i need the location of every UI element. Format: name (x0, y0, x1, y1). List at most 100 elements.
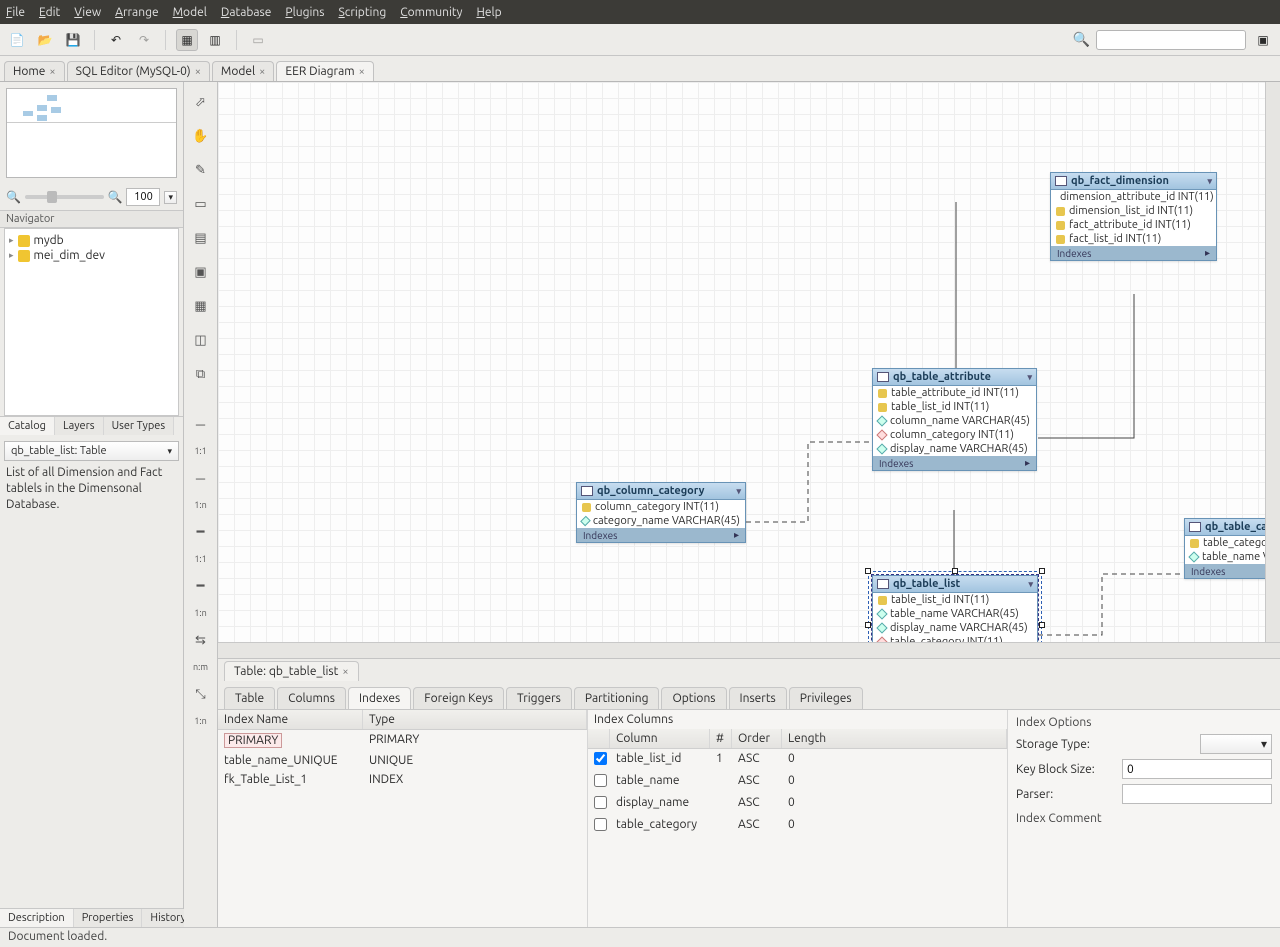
subtab-partitioning[interactable]: Partitioning (574, 687, 660, 709)
column-row[interactable]: table_category INT(11) (1185, 536, 1280, 550)
index-row[interactable]: table_name_UNIQUEUNIQUE (218, 751, 587, 770)
entity-header[interactable]: qb_column_category▾ (577, 483, 745, 500)
close-icon[interactable]: × (259, 66, 265, 78)
column-row[interactable]: display_name VARCHAR(45) (873, 442, 1036, 456)
subtab-indexes[interactable]: Indexes (348, 687, 411, 709)
close-icon[interactable]: × (49, 66, 55, 78)
search-input[interactable] (1096, 30, 1246, 50)
column-row[interactable]: column_category INT(11) (873, 428, 1036, 442)
column-row[interactable]: category_name VARCHAR(45) (577, 514, 745, 528)
layer-tool-icon[interactable]: ▭ (189, 192, 213, 216)
col-length[interactable]: Length (782, 729, 1007, 748)
left-tab-user-types[interactable]: User Types (104, 417, 175, 435)
collapse-icon[interactable]: ▾ (736, 486, 741, 497)
page-icon[interactable]: ▭ (247, 29, 269, 51)
collapse-icon[interactable]: ▾ (1028, 579, 1033, 590)
diagram-canvas[interactable]: qb_fact_dimension▾dimension_attribute_id… (218, 82, 1280, 642)
minimap[interactable] (6, 88, 177, 178)
column-row[interactable]: column_category INT(11) (577, 500, 745, 514)
index-column-row[interactable]: table_categoryASC0 (588, 815, 1007, 837)
tab-eer-diagram[interactable]: EER Diagram× (276, 61, 373, 81)
rel-1-n-id-icon[interactable]: ━ (189, 574, 213, 598)
column-row[interactable]: dimension_list_id INT(11) (1051, 204, 1216, 218)
index-column-row[interactable]: display_nameASC0 (588, 793, 1007, 815)
pointer-tool-icon[interactable]: ⬀ (189, 90, 213, 114)
subtab-privileges[interactable]: Privileges (789, 687, 863, 709)
col-order[interactable]: Order (732, 729, 782, 748)
align-icon[interactable]: ▥ (204, 29, 226, 51)
tab-home[interactable]: Home× (4, 61, 65, 81)
view-tool-icon[interactable]: ◫ (189, 328, 213, 352)
column-row[interactable]: column_name VARCHAR(45) (873, 414, 1036, 428)
entity-qb_table_category[interactable]: qb_table_category▾table_category INT(11)… (1184, 518, 1280, 579)
image-tool-icon[interactable]: ▣ (189, 260, 213, 284)
zoom-input[interactable] (126, 188, 160, 206)
entity-header[interactable]: qb_table_attribute▾ (873, 369, 1036, 386)
collapse-icon[interactable]: ▾ (1027, 372, 1032, 383)
zoom-dropdown-icon[interactable]: ▾ (164, 191, 177, 204)
column-row[interactable]: display_name VARCHAR(45) (873, 621, 1037, 635)
subtab-columns[interactable]: Columns (277, 687, 346, 709)
menu-arrange[interactable]: Arrange (115, 6, 158, 19)
column-row[interactable]: table_attribute_id INT(11) (873, 386, 1036, 400)
subtab-triggers[interactable]: Triggers (506, 687, 572, 709)
close-icon[interactable]: × (342, 666, 348, 678)
bottom-tab-table[interactable]: Table: qb_table_list× (224, 661, 359, 681)
subtab-inserts[interactable]: Inserts (729, 687, 787, 709)
entity-header[interactable]: qb_table_list▾ (873, 576, 1037, 593)
search-go-icon[interactable]: ▣ (1252, 29, 1274, 51)
new-file-icon[interactable]: 📄 (6, 29, 28, 51)
catalog-item-mei_dim_dev[interactable]: ▸mei_dim_dev (9, 248, 174, 263)
menu-file[interactable]: File (6, 6, 25, 19)
rel-1-n-icon[interactable]: ─ (189, 466, 213, 490)
menu-plugins[interactable]: Plugins (285, 6, 324, 19)
menu-scripting[interactable]: Scripting (338, 6, 386, 19)
subtab-table[interactable]: Table (224, 687, 275, 709)
column-row[interactable]: table_list_id INT(11) (873, 593, 1037, 607)
index-column-row[interactable]: table_list_id1ASC0 (588, 749, 1007, 771)
subtab-options[interactable]: Options (661, 687, 726, 709)
column-row[interactable]: fact_attribute_id INT(11) (1051, 218, 1216, 232)
entity-footer-indexes[interactable]: Indexes▸ (1185, 564, 1280, 578)
left-bottom-tab-properties[interactable]: Properties (74, 909, 143, 927)
index-column-row[interactable]: table_nameASC0 (588, 771, 1007, 793)
zoom-in-icon[interactable]: 🔍 (108, 190, 123, 204)
close-icon[interactable]: × (359, 66, 365, 78)
menu-edit[interactable]: Edit (39, 6, 60, 19)
note-tool-icon[interactable]: ▤ (189, 226, 213, 250)
entity-footer-indexes[interactable]: Indexes▸ (873, 456, 1036, 470)
storage-type-select[interactable]: ▾ (1200, 734, 1272, 754)
table-tool-icon[interactable]: ▦ (189, 294, 213, 318)
key-block-input[interactable] (1122, 759, 1272, 779)
entity-qb_table_attribute[interactable]: qb_table_attribute▾table_attribute_id IN… (872, 368, 1037, 471)
undo-icon[interactable]: ↶ (105, 29, 127, 51)
eraser-tool-icon[interactable]: ✎ (189, 158, 213, 182)
tab-sql-editor[interactable]: SQL Editor (MySQL-0)× (67, 61, 210, 81)
left-tab-catalog[interactable]: Catalog (0, 417, 55, 435)
redo-icon[interactable]: ↷ (133, 29, 155, 51)
column-row[interactable]: table_name VARCHAR(45) (873, 607, 1037, 621)
entity-header[interactable]: qb_table_category▾ (1185, 519, 1280, 536)
object-combo[interactable]: qb_table_list: Table▾ (4, 441, 179, 461)
column-row[interactable]: table_name VARCHAR(45) (1185, 550, 1280, 564)
catalog-tree[interactable]: ▸mydb ▸mei_dim_dev (4, 228, 179, 416)
col-index-name[interactable]: Index Name (218, 710, 363, 729)
column-row[interactable]: table_list_id INT(11) (873, 400, 1036, 414)
parser-input[interactable] (1122, 784, 1272, 804)
open-file-icon[interactable]: 📂 (34, 29, 56, 51)
tab-model[interactable]: Model× (212, 61, 274, 81)
index-col-checkbox[interactable] (594, 752, 607, 765)
entity-footer-indexes[interactable]: Indexes▸ (577, 528, 745, 542)
rel-1-1-id-icon[interactable]: ━ (189, 520, 213, 544)
hand-tool-icon[interactable]: ✋ (189, 124, 213, 148)
index-row[interactable]: PRIMARYPRIMARY (218, 730, 587, 751)
routine-tool-icon[interactable]: ⧉ (189, 362, 213, 386)
col-index-type[interactable]: Type (363, 710, 587, 729)
zoom-slider[interactable] (25, 195, 104, 199)
menu-help[interactable]: Help (476, 6, 501, 19)
column-row[interactable]: fact_list_id INT(11) (1051, 232, 1216, 246)
entity-footer-indexes[interactable]: Indexes▸ (1051, 246, 1216, 260)
left-tab-layers[interactable]: Layers (55, 417, 104, 435)
index-col-checkbox[interactable] (594, 818, 607, 831)
column-row[interactable]: table_category INT(11) (873, 635, 1037, 642)
